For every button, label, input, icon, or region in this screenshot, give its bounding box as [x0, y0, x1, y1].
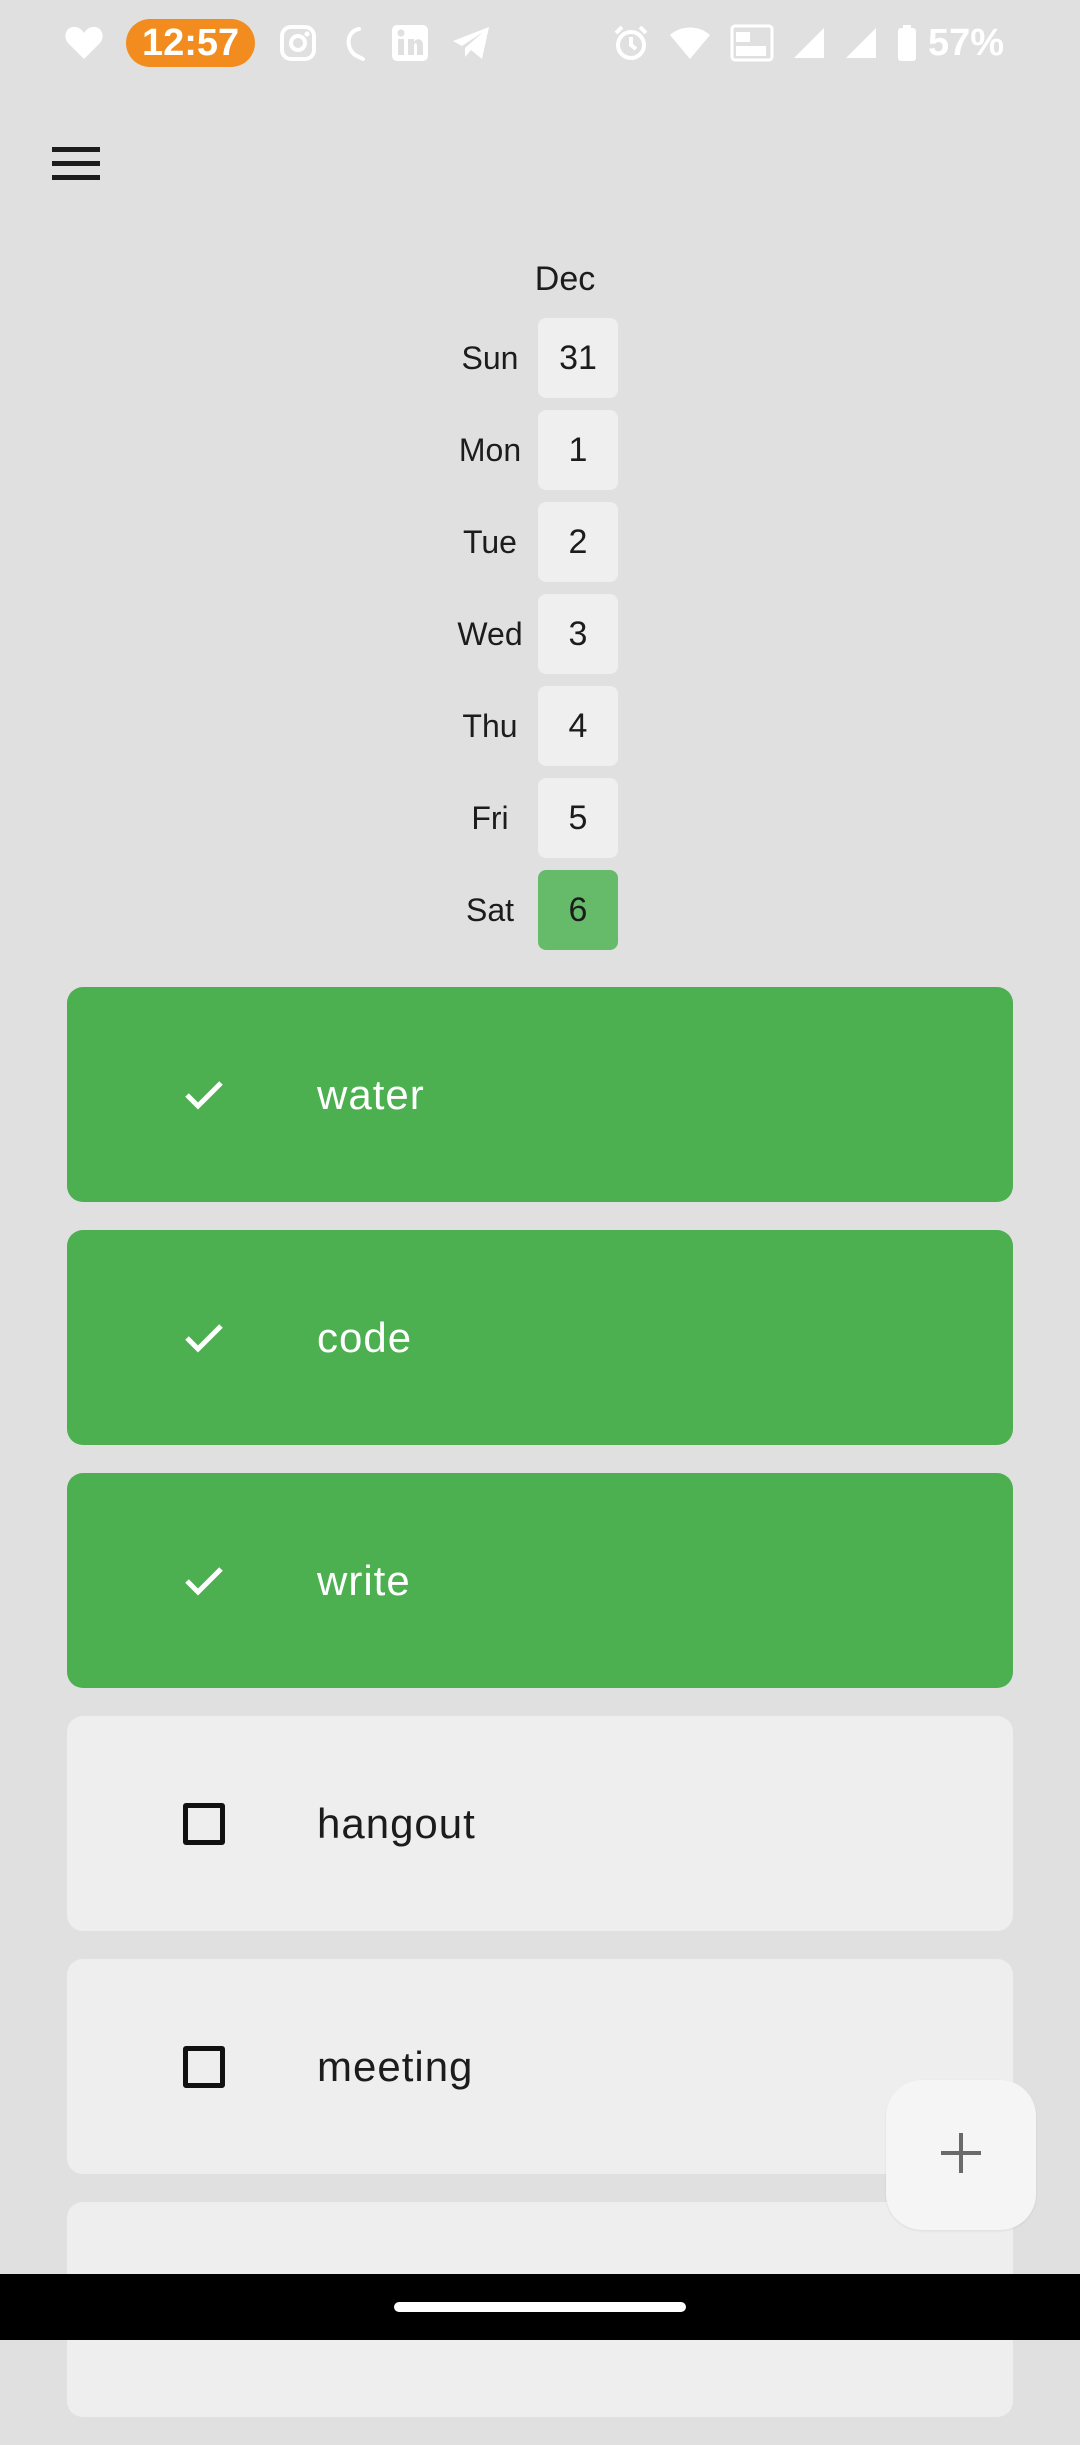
telegram-icon: [451, 25, 491, 61]
instagram-icon: [279, 24, 317, 62]
habit-card-write[interactable]: write: [67, 1473, 1013, 1688]
navigation-bar: [0, 2274, 1080, 2340]
day-row: Sat 6: [440, 870, 640, 962]
habit-list: water code write hangout meeting: [67, 987, 1013, 2445]
day-row: Sun 31: [440, 318, 640, 410]
day-date-button[interactable]: 3: [538, 594, 618, 674]
day-name: Sun: [461, 340, 519, 376]
checkbox-empty-icon[interactable]: [179, 2042, 229, 2092]
habit-card-hangout[interactable]: hangout: [67, 1716, 1013, 1931]
habit-label: water: [317, 1071, 425, 1118]
battery-percent: 57%: [927, 21, 1004, 64]
day-date-button[interactable]: 1: [538, 410, 618, 490]
hamburger-menu-icon: [50, 144, 102, 189]
status-bar-right: 57%: [594, 18, 1004, 68]
wifi-icon: [668, 25, 712, 61]
habit-card-meeting[interactable]: meeting: [67, 1959, 1013, 2174]
checkbox-empty-icon[interactable]: [179, 1799, 229, 1849]
plus-icon: [938, 2130, 984, 2181]
check-icon[interactable]: [179, 1313, 229, 1363]
day-row: Wed 3: [440, 594, 640, 686]
signal-icon: [792, 26, 826, 60]
day-row: Fri 5: [440, 778, 640, 870]
habit-label: hangout: [317, 1800, 476, 1847]
day-row: Thu 4: [440, 686, 640, 778]
alarm-icon: [612, 24, 650, 62]
status-bar: 12:57 57%: [0, 0, 1080, 86]
day-row: Mon 1: [440, 410, 640, 502]
day-row: Tue 2: [440, 502, 640, 594]
check-icon[interactable]: [179, 1556, 229, 1606]
day-date-button[interactable]: 31: [538, 318, 618, 398]
day-date-button[interactable]: 4: [538, 686, 618, 766]
month-label: Dec: [534, 260, 596, 298]
day-name: Wed: [457, 616, 523, 652]
habit-card-code[interactable]: code: [67, 1230, 1013, 1445]
habit-label: code: [317, 1314, 413, 1361]
status-time: 12:57: [126, 19, 256, 67]
check-icon[interactable]: [179, 1070, 229, 1120]
battery-icon: [896, 24, 918, 62]
habit-card-water[interactable]: water: [67, 987, 1013, 1202]
day-date-button[interactable]: 5: [538, 778, 618, 858]
status-bar-left: 12:57: [64, 18, 513, 68]
heart-icon: [64, 25, 104, 61]
add-habit-button[interactable]: [886, 2080, 1036, 2230]
habit-label: meeting: [317, 2043, 474, 2090]
day-date-button[interactable]: 2: [538, 502, 618, 582]
day-date-button-selected[interactable]: 6: [538, 870, 618, 950]
habit-label: write: [317, 1557, 411, 1604]
linkedin-icon: [391, 24, 429, 62]
day-name: Mon: [458, 432, 522, 468]
day-name: Thu: [462, 708, 518, 744]
day-name: Tue: [463, 524, 517, 560]
signal-icon: [844, 26, 878, 60]
day-name: Fri: [471, 800, 509, 836]
menu-button[interactable]: [40, 130, 112, 202]
day-name: Sat: [465, 892, 515, 928]
volte-icon: [730, 24, 774, 62]
week-strip: Sun 31 Mon 1 Tue 2 Wed 3 Thu 4 Fri 5 Sat…: [440, 318, 640, 962]
moon-icon: [339, 25, 369, 61]
home-gesture-handle[interactable]: [394, 2302, 686, 2312]
